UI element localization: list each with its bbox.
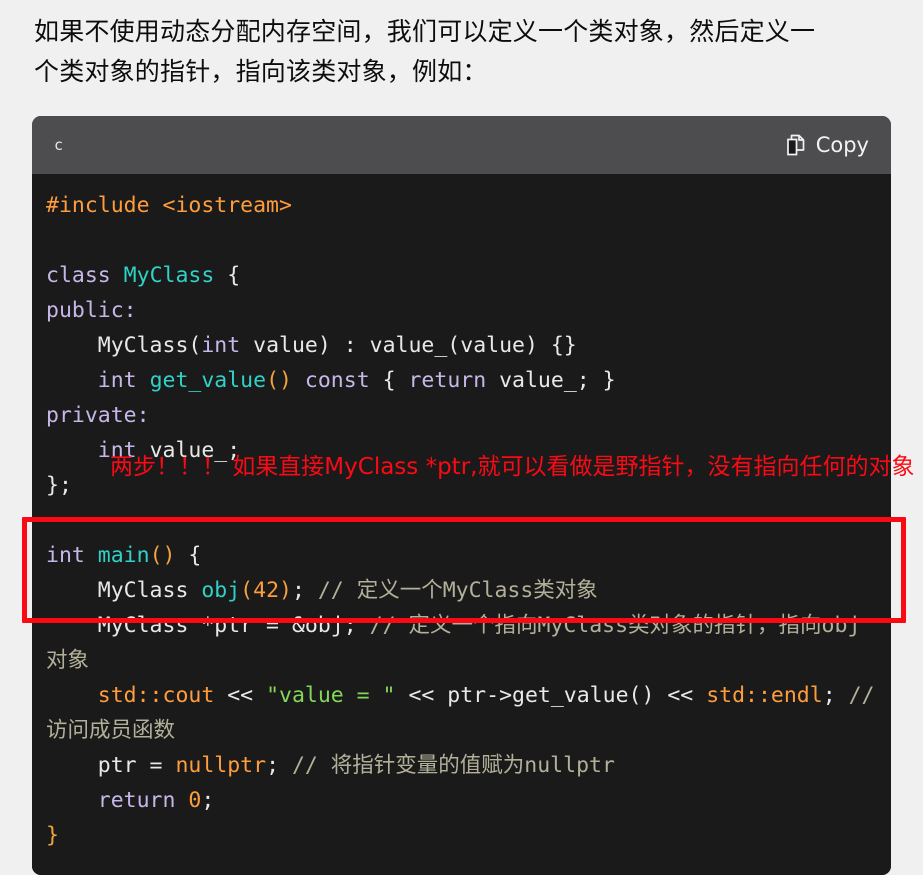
code-block-body: #include <iostream> class MyClass { publ… [32, 174, 891, 875]
token-class-end: }; [46, 473, 72, 498]
token-null-ptr-var: ptr = [97, 753, 176, 778]
token-obj-num: 42 [253, 578, 280, 603]
token-null-value: nullptr [175, 753, 267, 778]
token-obj-args-close: ) [279, 578, 292, 603]
token-kw-return-getter: return [408, 368, 487, 393]
code-block-header: c Copy [32, 116, 891, 174]
token-cout-op1: << [214, 683, 267, 708]
token-kw-public: public: [46, 298, 137, 323]
token-cout-op2: << ptr->get_value() << [395, 683, 707, 708]
copy-button-label: Copy [815, 133, 869, 157]
token-ctor-indent [46, 333, 98, 358]
token-obj-indent [46, 578, 98, 603]
token-kw-int-ctor: int [201, 333, 241, 358]
token-ptr-decl: *ptr = &obj; [188, 613, 357, 638]
token-ret-semi: ; [201, 788, 215, 813]
token-close-brace: } [46, 823, 59, 848]
token-getter-body-open: { [369, 368, 409, 393]
token-ptr-type: MyClass [97, 613, 189, 638]
code-language-label: c [54, 136, 64, 154]
token-getter-name: get_value [136, 368, 267, 393]
code-block: c Copy #include <iostream> class MyClass… [32, 116, 891, 875]
token-type-myclass: MyClass [110, 263, 215, 288]
token-include-header: <iostream> [149, 193, 292, 218]
token-obj-semi: ; [291, 578, 305, 603]
token-kw-int-getter: int [97, 368, 137, 393]
token-kw-private: private: [46, 403, 150, 428]
token-ptr-indent [46, 613, 98, 638]
token-kw-return-main: return [97, 788, 176, 813]
code-content[interactable]: #include <iostream> class MyClass { publ… [32, 188, 891, 853]
token-cout-string: "value = " [266, 683, 396, 708]
token-include-directive: #include [46, 193, 150, 218]
copy-button[interactable]: Copy [785, 133, 869, 157]
token-cout-endl: std::endl [706, 683, 823, 708]
token-ret-indent [46, 788, 98, 813]
token-member-indent [46, 438, 98, 463]
page-root: 如果不使用动态分配内存空间，我们可以定义一个类对象，然后定义一个类对象的指针，指… [0, 0, 923, 875]
token-null-semi: ; [266, 753, 280, 778]
token-obj-args-open: ( [240, 578, 254, 603]
token-main-parens: () [149, 543, 176, 568]
token-obj-comment: // 定义一个MyClass类对象 [304, 578, 598, 603]
token-ctor-param: value [240, 333, 318, 358]
token-main-int: int [46, 543, 85, 568]
token-ret-num: 0 [175, 788, 202, 813]
token-ctor-paren-open: ( [188, 333, 202, 358]
token-cout-indent [46, 683, 98, 708]
token-brace-open: { [214, 263, 241, 288]
token-ctor-name: MyClass [97, 333, 189, 358]
token-null-comment: // 将指针变量的值赋为nullptr [279, 753, 615, 778]
token-ctor-paren-close: ) [317, 333, 331, 358]
token-obj-name: obj [188, 578, 241, 603]
red-annotation-note: 两步！！！ 如果直接MyClass *ptr,就可以看做是野指针，没有指向任何的… [110, 454, 915, 480]
token-cout-stream: std::cout [97, 683, 215, 708]
token-getter-indent [46, 368, 98, 393]
token-getter-parens: () [266, 368, 292, 393]
token-kw-class: class [46, 263, 111, 288]
token-getter-ret-val: value_; } [486, 368, 616, 393]
token-obj-type: MyClass [97, 578, 189, 603]
token-cout-semi: ; [822, 683, 836, 708]
token-main-brace: { [175, 543, 202, 568]
copy-icon [785, 133, 807, 157]
token-kw-const: const [291, 368, 370, 393]
token-main-name: main [84, 543, 150, 568]
token-null-indent [46, 753, 98, 778]
intro-paragraph: 如果不使用动态分配内存空间，我们可以定义一个类对象，然后定义一个类对象的指针，指… [34, 17, 816, 86]
token-ctor-init: : value_(value) {} [330, 333, 577, 358]
